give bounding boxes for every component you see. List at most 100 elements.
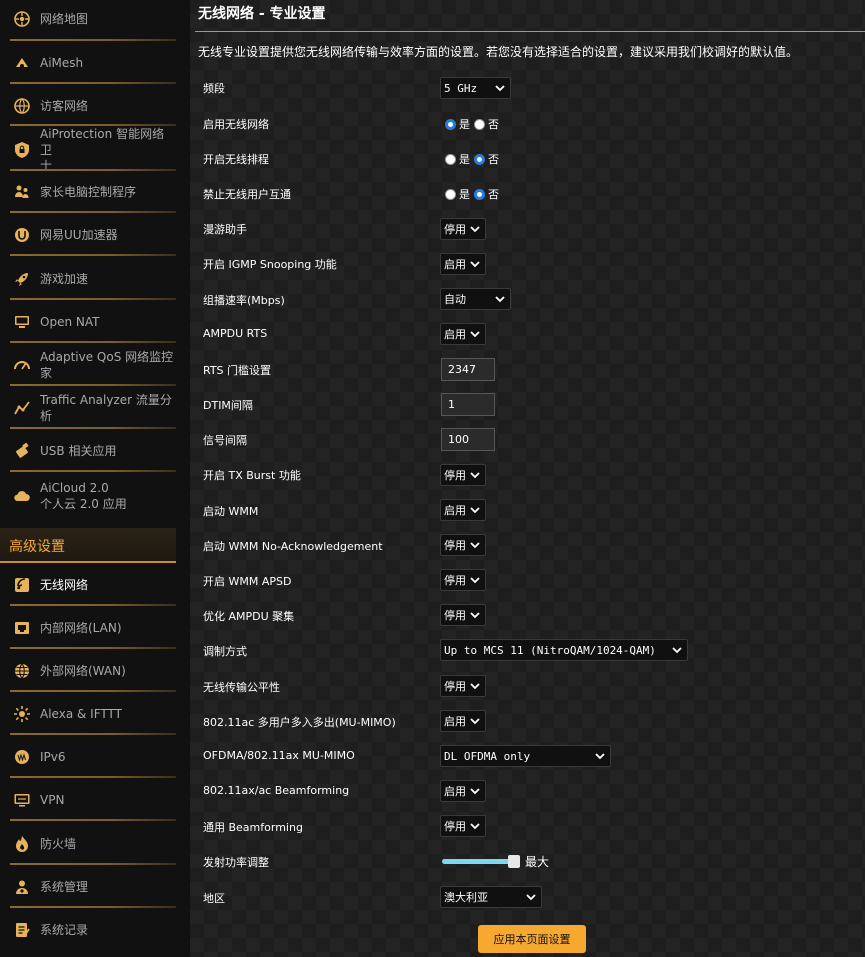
band-select[interactable]: 5 GHz [440,77,511,99]
sidebar-item-lan[interactable]: 内部网络(LAN) [0,617,176,639]
chevron-down-icon [593,749,607,763]
wmm-noack-select[interactable]: 停用 [440,534,486,556]
wireless-schedule-yes[interactable]: 是 [445,151,470,167]
select-value: 启用 [444,258,466,271]
sidebar-item-label: Alexa & IFTTT [40,707,122,721]
rts-threshold-input[interactable]: 2347 [441,358,495,381]
wireless-schedule-no[interactable]: 否 [474,151,499,167]
radio-button[interactable] [474,188,485,200]
airtime-fairness-select[interactable]: 停用 [440,675,486,697]
tx-power-slider[interactable] [442,855,520,869]
apply-button[interactable]: 应用本页面设置 [478,925,586,953]
tx-power-value: 最大 [525,855,550,869]
mu-mimo-select[interactable]: 启用 [440,710,486,732]
wmm-select[interactable]: 启用 [440,499,486,521]
beacon-interval-input[interactable]: 100 [441,428,495,451]
parental-control-icon [13,183,31,201]
radio-button[interactable] [474,118,485,130]
select-value: 停用 [444,820,466,833]
sidebar-item-system-log[interactable]: 系统记录 [0,919,176,941]
igmp-snooping-select[interactable]: 启用 [440,253,486,275]
radio-button[interactable] [445,153,456,165]
tx-power-label: 发射功率调整 [203,856,269,869]
modulation-select[interactable]: Up to MCS 11 (NitroQAM/1024-QAM) [440,639,688,661]
sidebar-item-alexa-ifttt[interactable]: Alexa & IFTTT [0,703,176,725]
select-value: DL OFDMA only [444,749,531,763]
chevron-down-icon [468,503,482,517]
select-value: 启用 [444,328,466,341]
advanced-settings-title: 高级设置 [9,539,65,555]
radio-button[interactable] [474,153,485,165]
sidebar-item-aiprotection[interactable]: AiProtection 智能网络卫 士 [0,127,176,173]
sidebar-item-label-line2: 士 [40,159,53,173]
divider [10,341,176,343]
airtime-fairness-label: 无线传输公平性 [203,681,280,694]
chevron-down-icon [468,573,482,587]
sidebar-item-adaptive-qos[interactable]: Adaptive QoS 网络监控家 [0,350,176,380]
sidebar-item-label: 外部网络(WAN) [40,664,126,678]
slider-track [442,859,514,864]
chevron-down-icon [468,679,482,693]
sidebar-item-wireless[interactable]: 无线网络 [0,574,176,596]
chevron-down-icon [468,468,482,482]
sidebar-item-guest-network[interactable]: 访客网络 [0,95,176,117]
modulation-label: 调制方式 [203,645,247,658]
wmm-label: 启动 WMM [203,505,259,518]
ofdma-select[interactable]: DL OFDMA only [440,745,611,767]
radio-button[interactable] [445,118,456,130]
ampdu-rts-select[interactable]: 启用 [440,323,486,345]
sidebar-item-game-boost[interactable]: 游戏加速 [0,268,176,290]
sidebar-item-label: Adaptive QoS 网络监控家 [40,350,174,380]
divider [10,82,176,84]
sidebar-item-traffic-analyzer[interactable]: Traffic Analyzer 流量分析 [0,393,176,423]
beacon-interval-label: 信号间隔 [203,434,247,447]
sidebar-item-firewall[interactable]: 防火墙 [0,833,176,855]
tx-burst-select[interactable]: 停用 [440,464,486,486]
sidebar-item-parental-control[interactable]: 家长电脑控制程序 [0,181,176,203]
enable-radio-yes[interactable]: 是 [445,116,470,132]
sidebar-item-label: 访客网络 [40,99,89,113]
select-value: 启用 [444,504,466,517]
sidebar-item-label: Open NAT [40,315,100,329]
chevron-down-icon [468,819,482,833]
sidebar-item-label: 防火墙 [40,837,77,851]
sidebar-item-network-map[interactable]: 网络地图 [0,8,176,30]
divider [10,384,176,386]
divider [10,470,176,472]
sidebar-item-aicloud[interactable]: AiCloud 2.0 个人云 2.0 应用 [0,479,176,513]
beamforming-select[interactable]: 启用 [440,780,486,802]
divider [10,819,176,821]
enable-radio-no[interactable]: 否 [474,116,499,132]
sidebar-item-label: 网易UU加速器 [40,228,118,242]
ampdu-aggregation-select[interactable]: 停用 [440,604,486,626]
ap-isolation-no[interactable]: 否 [474,186,499,202]
universal-beamforming-select[interactable]: 停用 [440,815,486,837]
multicast-rate-select[interactable]: 自动 [440,288,511,310]
band-select-value: 5 GHz [444,81,478,95]
sidebar-item-label: 家长电脑控制程序 [40,185,137,199]
select-value: 启用 [444,785,466,798]
vpn-icon [13,791,31,809]
slider-handle[interactable] [508,855,520,868]
sidebar-item-aimesh[interactable]: AiMesh [0,52,176,74]
sidebar-item-ipv6[interactable]: IPv6 [0,746,176,768]
select-value: Up to MCS 11 (NitroQAM/1024-QAM) [444,643,656,657]
ipv6-icon [13,748,31,766]
igmp-snooping-label: 开启 IGMP Snooping 功能 [203,258,337,271]
divider [10,647,176,649]
sidebar-item-wan[interactable]: 外部网络(WAN) [0,660,176,682]
dtim-input[interactable]: 1 [441,393,495,416]
wmm-apsd-select[interactable]: 停用 [440,569,486,591]
roaming-assistant-select[interactable]: 停用 [440,218,486,240]
sidebar-item-label: 游戏加速 [40,272,89,286]
sidebar-item-open-nat[interactable]: Open NAT [0,311,176,333]
sidebar-item-usb[interactable]: USB 相关应用 [0,440,176,462]
ap-isolation-yes[interactable]: 是 [445,186,470,202]
advanced-settings-header: 高级设置 [0,528,176,563]
sidebar-item-uu-accelerator[interactable]: 网易UU加速器 [0,224,176,246]
region-select[interactable]: 澳大利亚 [440,886,542,908]
sidebar-item-vpn[interactable]: VPN [0,789,176,811]
radio-button[interactable] [445,188,456,200]
sidebar-item-administration[interactable]: 系统管理 [0,876,176,898]
cloud-icon [13,487,31,505]
